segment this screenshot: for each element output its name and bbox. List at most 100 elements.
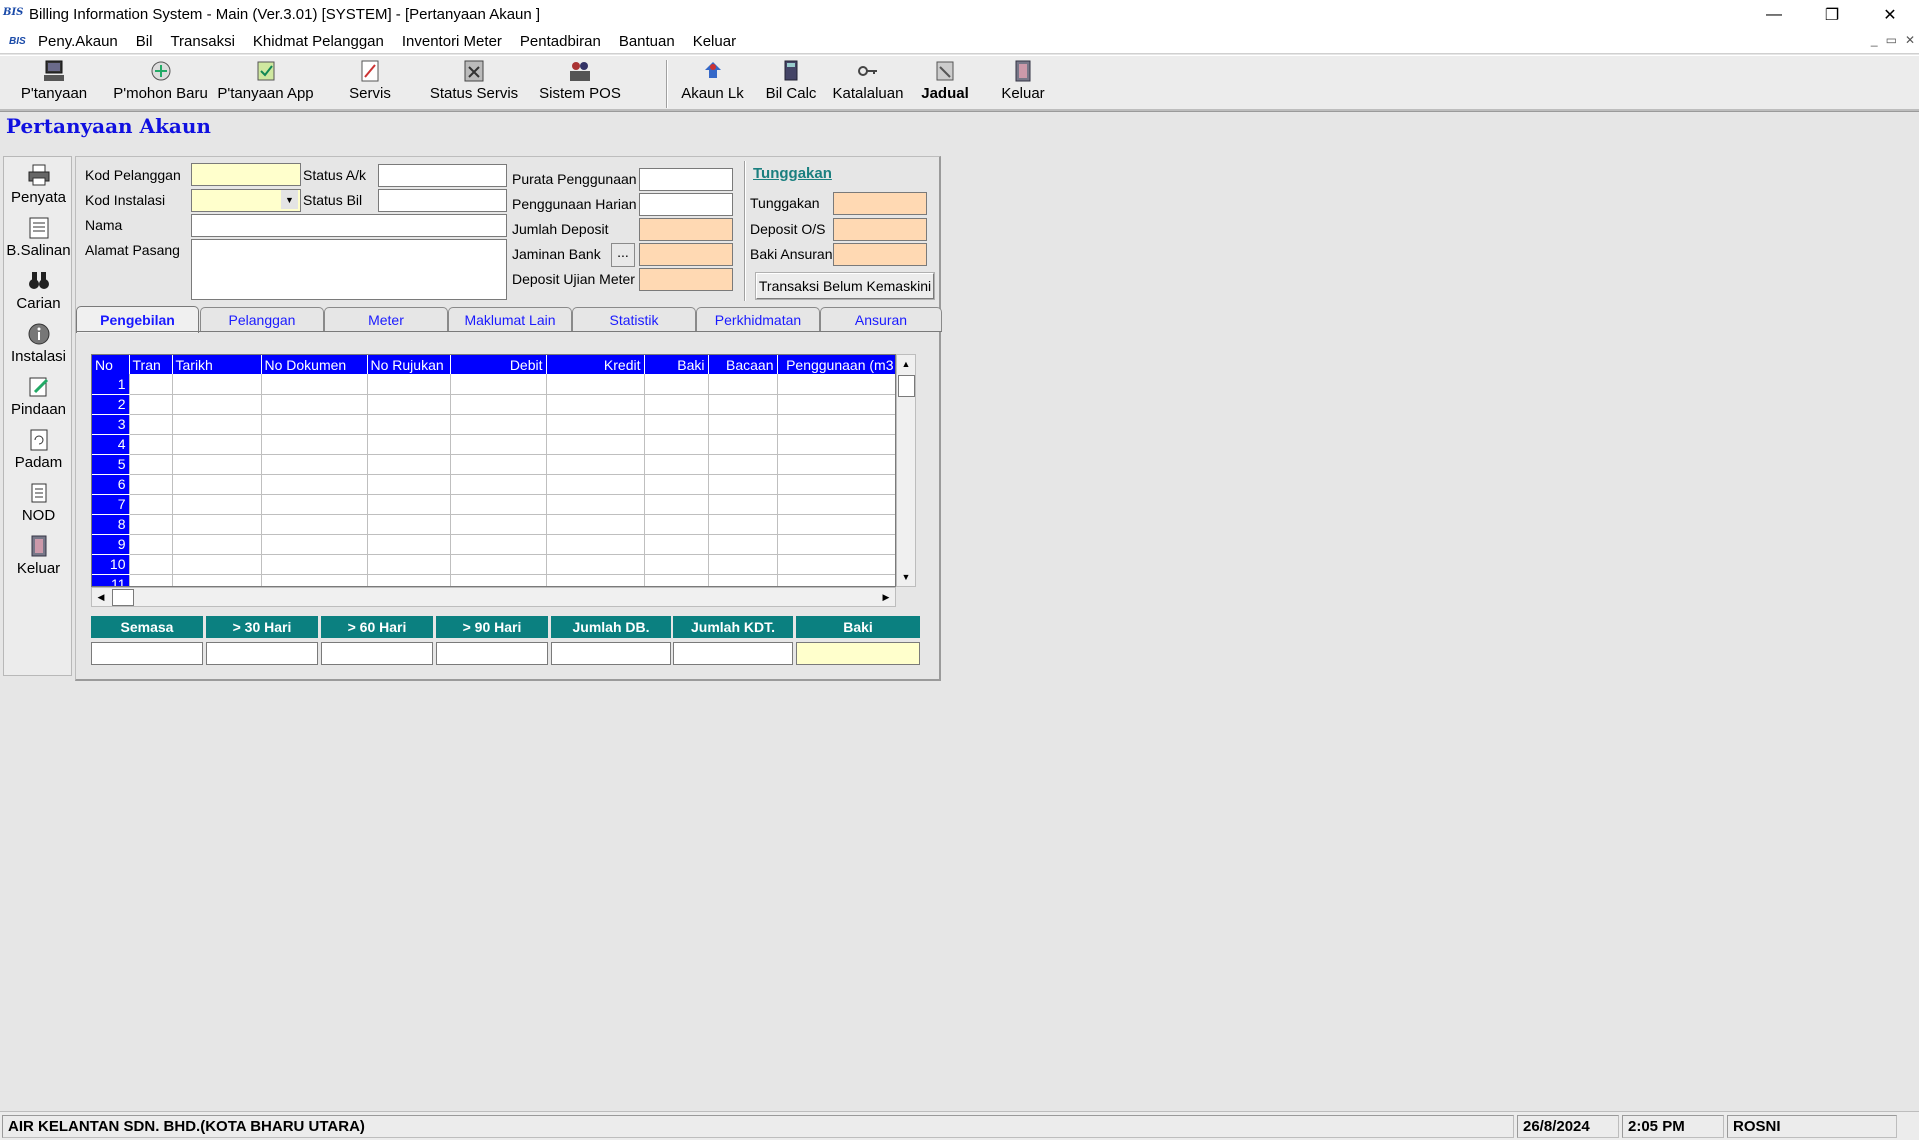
restore-button[interactable]: ❐: [1803, 0, 1861, 29]
menu-keluar[interactable]: Keluar: [684, 33, 745, 50]
row-number[interactable]: 9: [92, 534, 130, 555]
table-cell[interactable]: [450, 574, 547, 586]
toolbar-pmohon-baru-button[interactable]: P'mohon Baru: [108, 59, 213, 109]
table-cell[interactable]: [450, 454, 547, 475]
close-button[interactable]: ✕: [1861, 0, 1919, 29]
kod-pelanggan-input[interactable]: [191, 163, 301, 186]
table-cell[interactable]: [129, 474, 173, 495]
menu-peny-akaun[interactable]: Peny.Akaun: [29, 33, 127, 50]
nama-input[interactable]: [191, 214, 507, 237]
table-cell[interactable]: [367, 434, 451, 455]
menu-transaksi[interactable]: Transaksi: [161, 33, 243, 50]
toolbar-status-servis-button[interactable]: Status Servis: [428, 59, 520, 109]
table-cell[interactable]: [172, 414, 262, 435]
toolbar-bil-calc-button[interactable]: Bil Calc: [761, 59, 821, 109]
row-number[interactable]: 11: [92, 574, 130, 586]
table-cell[interactable]: [546, 374, 645, 395]
table-cell[interactable]: [708, 474, 778, 495]
table-cell[interactable]: [129, 514, 173, 535]
table-cell[interactable]: [644, 474, 709, 495]
table-cell[interactable]: [777, 454, 895, 475]
table-cell[interactable]: [261, 374, 368, 395]
table-cell[interactable]: [644, 414, 709, 435]
sidebar-instalasi-button[interactable]: Instalasi: [4, 322, 73, 365]
toolbar-keluar-button[interactable]: Keluar: [993, 59, 1053, 109]
jaminan-bank-browse-button[interactable]: ...: [611, 243, 635, 267]
row-number[interactable]: 3: [92, 414, 130, 435]
table-cell[interactable]: [261, 514, 368, 535]
tab-statistik[interactable]: Statistik: [572, 307, 696, 331]
table-cell[interactable]: [777, 494, 895, 515]
mdi-close-button[interactable]: ✕: [1905, 33, 1915, 47]
table-cell[interactable]: [172, 454, 262, 475]
menu-bantuan[interactable]: Bantuan: [610, 33, 684, 50]
table-cell[interactable]: [708, 394, 778, 415]
tunggakan-link[interactable]: Tunggakan: [753, 165, 832, 182]
table-cell[interactable]: [450, 534, 547, 555]
mdi-restore-button[interactable]: ▭: [1886, 33, 1897, 47]
row-number[interactable]: 10: [92, 554, 130, 575]
table-cell[interactable]: [172, 534, 262, 555]
table-cell[interactable]: [777, 374, 895, 395]
col-header-no[interactable]: No: [92, 355, 130, 374]
menu-pentadbiran[interactable]: Pentadbiran: [511, 33, 610, 50]
table-cell[interactable]: [172, 374, 262, 395]
col-header-no-dokumen[interactable]: No Dokumen: [261, 355, 368, 374]
tab-pengebilan[interactable]: Pengebilan: [76, 306, 199, 333]
table-cell[interactable]: [129, 374, 173, 395]
table-cell[interactable]: [546, 394, 645, 415]
table-cell[interactable]: [367, 374, 451, 395]
table-cell[interactable]: [644, 374, 709, 395]
table-cell[interactable]: [261, 534, 368, 555]
scroll-up-icon[interactable]: ▲: [897, 355, 915, 373]
table-cell[interactable]: [129, 454, 173, 475]
sidebar-padam-button[interactable]: Padam: [4, 428, 73, 471]
row-number[interactable]: 7: [92, 494, 130, 515]
col-header-debit[interactable]: Debit: [450, 355, 547, 374]
table-cell[interactable]: [367, 474, 451, 495]
table-cell[interactable]: [644, 434, 709, 455]
table-cell[interactable]: [450, 474, 547, 495]
table-cell[interactable]: [644, 394, 709, 415]
chevron-down-icon[interactable]: ▼: [281, 190, 298, 209]
table-cell[interactable]: [367, 494, 451, 515]
table-cell[interactable]: [708, 454, 778, 475]
table-row[interactable]: 8: [92, 514, 895, 535]
table-cell[interactable]: [708, 514, 778, 535]
table-cell[interactable]: [172, 554, 262, 575]
table-cell[interactable]: [261, 414, 368, 435]
row-number[interactable]: 6: [92, 474, 130, 495]
menu-bil[interactable]: Bil: [127, 33, 162, 50]
table-cell[interactable]: [708, 554, 778, 575]
table-cell[interactable]: [777, 414, 895, 435]
row-number[interactable]: 1: [92, 374, 130, 395]
table-cell[interactable]: [644, 534, 709, 555]
toolbar-servis-button[interactable]: Servis: [339, 59, 401, 109]
table-cell[interactable]: [261, 394, 368, 415]
col-header-tran[interactable]: Tran: [129, 355, 173, 374]
scroll-right-icon[interactable]: ▶: [877, 588, 895, 606]
table-cell[interactable]: [450, 434, 547, 455]
table-cell[interactable]: [777, 514, 895, 535]
menu-khidmat-pelanggan[interactable]: Khidmat Pelanggan: [244, 33, 393, 50]
table-cell[interactable]: [129, 574, 173, 586]
col-header-bacaan[interactable]: Bacaan: [708, 355, 778, 374]
table-cell[interactable]: [777, 394, 895, 415]
table-cell[interactable]: [546, 514, 645, 535]
scroll-left-icon[interactable]: ◀: [92, 588, 110, 606]
sidebar-keluar-button[interactable]: Keluar: [4, 534, 73, 577]
table-cell[interactable]: [172, 434, 262, 455]
table-cell[interactable]: [172, 514, 262, 535]
table-cell[interactable]: [172, 574, 262, 586]
table-cell[interactable]: [172, 474, 262, 495]
table-cell[interactable]: [546, 534, 645, 555]
table-cell[interactable]: [644, 514, 709, 535]
toolbar-jadual-button[interactable]: Jadual: [915, 59, 975, 109]
table-row[interactable]: 6: [92, 474, 895, 495]
table-cell[interactable]: [367, 574, 451, 586]
table-cell[interactable]: [261, 454, 368, 475]
table-cell[interactable]: [172, 394, 262, 415]
table-cell[interactable]: [777, 474, 895, 495]
row-number[interactable]: 5: [92, 454, 130, 475]
scroll-thumb[interactable]: [898, 375, 915, 397]
